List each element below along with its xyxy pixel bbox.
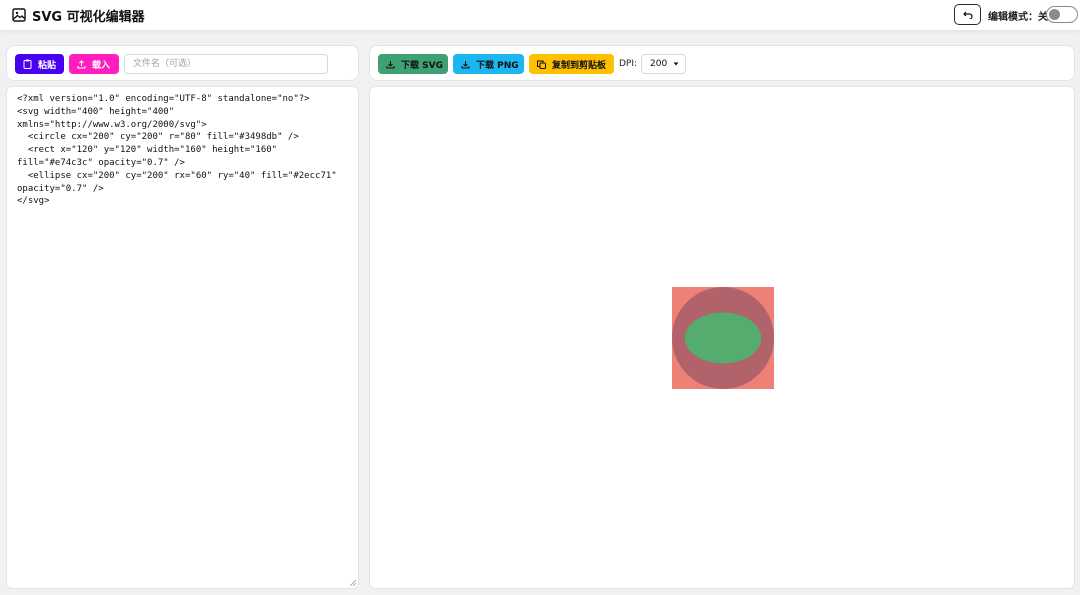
download-svg-button[interactable]: 下载 SVG: [378, 54, 448, 74]
download-icon: [461, 60, 470, 68]
app-title: SVG 可视化编辑器: [32, 10, 145, 25]
svg-preview-panel: [369, 86, 1075, 589]
download-png-button[interactable]: 下载 PNG: [453, 54, 524, 74]
edit-mode-toggle[interactable]: [1046, 6, 1078, 23]
top-bar: SVG 可视化编辑器 编辑模式：关: [0, 0, 1080, 31]
paste-button[interactable]: 粘贴: [15, 54, 64, 74]
clipboard-icon: [23, 59, 32, 69]
download-svg-label: 下载 SVG: [401, 60, 443, 71]
filename-input[interactable]: [124, 54, 328, 74]
svg-code-editor[interactable]: <?xml version="1.0" encoding="UTF-8" sta…: [7, 87, 358, 588]
undo-icon: [962, 11, 973, 19]
copy-to-clipboard-button[interactable]: 复制到剪贴板: [529, 54, 614, 74]
copy-label: 复制到剪贴板: [552, 60, 607, 71]
dpi-label: DPI:: [619, 59, 638, 69]
dpi-select[interactable]: 200: [641, 54, 686, 74]
dpi-value: 200: [650, 59, 668, 69]
source-toolbar: 粘贴 载入: [6, 45, 359, 81]
preview-ellipse: [684, 312, 762, 364]
toggle-knob: [1049, 9, 1060, 20]
image-icon: [12, 8, 26, 22]
download-icon: [386, 60, 395, 68]
load-label: 载入: [92, 60, 111, 71]
caret-down-icon: [673, 62, 679, 66]
download-png-label: 下载 PNG: [476, 60, 519, 71]
undo-button[interactable]: [954, 4, 981, 25]
resize-grip-icon[interactable]: [350, 580, 356, 586]
edit-mode-label: 编辑模式：关: [988, 12, 1048, 23]
svg-preview-canvas: [672, 287, 774, 389]
export-toolbar: 下载 SVG 下载 PNG 复制到剪贴板 DPI: 200: [369, 45, 1075, 81]
upload-icon: [77, 59, 86, 68]
paste-label: 粘贴: [38, 60, 57, 71]
load-button[interactable]: 载入: [69, 54, 119, 74]
svg-code-editor-panel: <?xml version="1.0" encoding="UTF-8" sta…: [6, 86, 359, 589]
copy-icon: [537, 60, 546, 69]
